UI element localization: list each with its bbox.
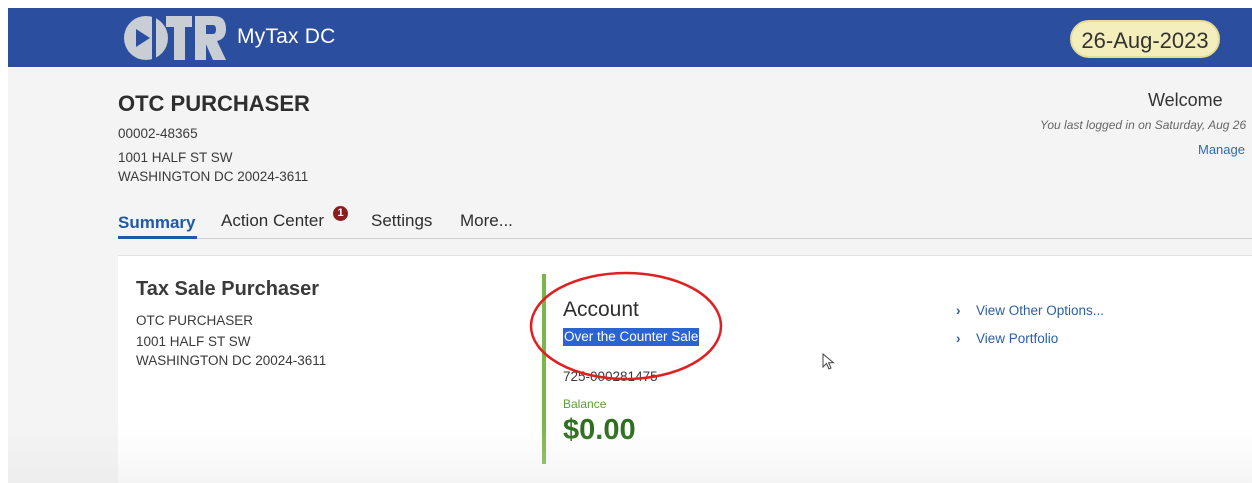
chevron-right-icon: › — [956, 331, 961, 346]
active-tab-indicator — [118, 236, 197, 239]
purchaser-address-1: 1001 HALF ST SW — [136, 334, 251, 349]
address-line-2: WASHINGTON DC 20024-3611 — [118, 169, 309, 184]
chevron-right-icon: › — [956, 303, 961, 318]
action-center-badge: 1 — [333, 206, 348, 221]
tab-action-center[interactable]: Action Center — [221, 211, 324, 231]
account-id: 00002-48365 — [118, 126, 198, 141]
date-badge: 26-Aug-2023 — [1070, 20, 1220, 58]
tab-settings[interactable]: Settings — [371, 211, 432, 231]
tab-more[interactable]: More... — [460, 211, 513, 231]
balance-label: Balance — [563, 397, 607, 411]
otr-logo[interactable] — [122, 10, 228, 66]
page: MyTax DC 26-Aug-2023 OTC PURCHASER 00002… — [8, 8, 1252, 483]
tab-summary[interactable]: Summary — [118, 213, 195, 233]
purchaser-name: OTC PURCHASER — [136, 313, 254, 328]
manage-link[interactable]: Manage — [1198, 142, 1245, 157]
mouse-pointer-icon — [822, 353, 835, 370]
view-portfolio-label: View Portfolio — [976, 331, 1059, 346]
app-title: MyTax DC — [237, 25, 336, 48]
view-other-options-label: View Other Options... — [976, 303, 1105, 318]
address-line-1: 1001 HALF ST SW — [118, 150, 233, 165]
last-login-text: You last logged in on Saturday, Aug 26 — [1040, 118, 1247, 132]
tab-divider — [118, 238, 1252, 239]
balance-value: $0.00 — [563, 414, 636, 446]
red-annotation-circle — [529, 271, 723, 381]
purchaser-title: Tax Sale Purchaser — [136, 278, 320, 300]
view-other-options-link[interactable]: › View Other Options... — [956, 303, 1104, 318]
top-bar: MyTax DC 26-Aug-2023 — [8, 8, 1252, 67]
purchaser-address-2: WASHINGTON DC 20024-3611 — [136, 353, 327, 368]
welcome-text: Welcome — [1148, 90, 1223, 110]
account-holder-name: OTC PURCHASER — [118, 91, 310, 116]
purchaser-info: Tax Sale Purchaser OTC PURCHASER 1001 HA… — [136, 278, 326, 368]
view-portfolio-link[interactable]: › View Portfolio — [956, 331, 1058, 346]
